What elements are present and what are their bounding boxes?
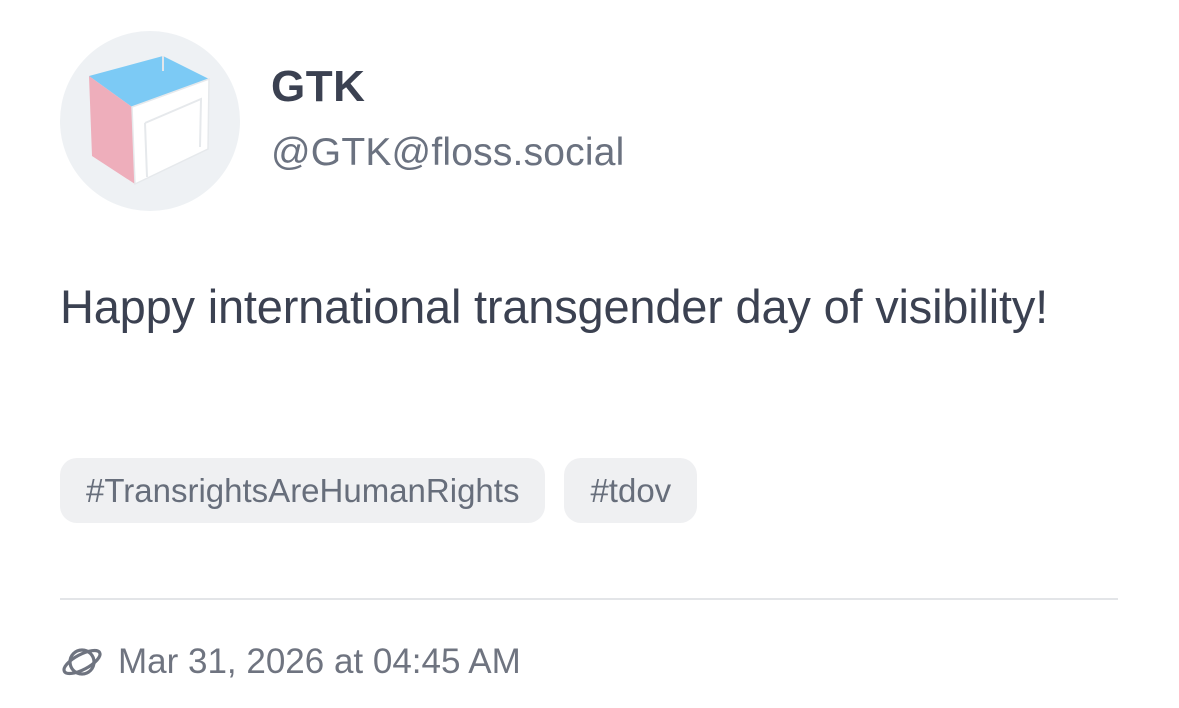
post-timestamp[interactable]: Mar 31, 2026 at 04:45 AM — [118, 642, 521, 682]
post-footer: Mar 31, 2026 at 04:45 AM — [60, 640, 521, 684]
avatar[interactable] — [60, 31, 240, 211]
hashtag-list: #TransrightsAreHumanRights #tdov — [60, 458, 698, 523]
divider — [60, 598, 1118, 600]
author-handle[interactable]: @GTK@floss.social — [271, 131, 625, 175]
gtk-logo-icon — [89, 56, 210, 186]
hashtag-tdov[interactable]: #tdov — [564, 458, 698, 523]
post-text: Happy international transgender day of v… — [60, 280, 1048, 333]
hashtag-transrights[interactable]: #TransrightsAreHumanRights — [60, 458, 546, 523]
planet-icon — [62, 648, 102, 676]
post-card: GTK @GTK@floss.social Happy internationa… — [0, 0, 1179, 708]
author-display-name[interactable]: GTK — [271, 62, 365, 112]
